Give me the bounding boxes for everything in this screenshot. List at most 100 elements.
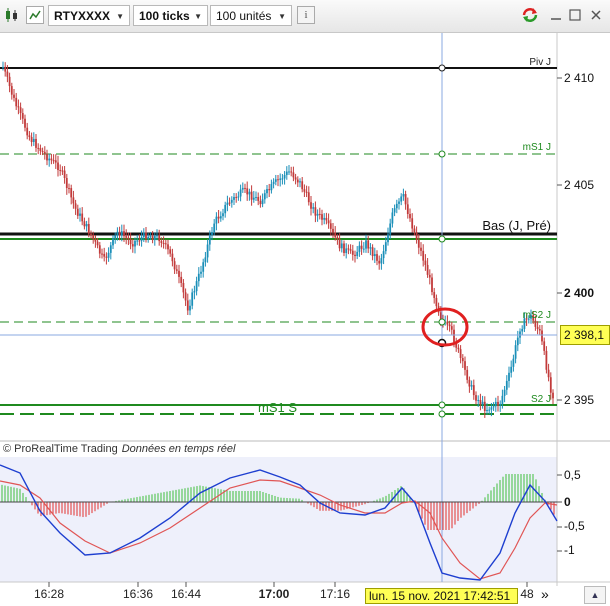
cursor-marker-ms2 [438,318,446,326]
price-candle [24,118,26,128]
price-candle [543,341,546,351]
price-candle [202,262,205,272]
cursor-marker-s2 [438,401,446,409]
price-candle [272,181,275,185]
price-candle [505,380,508,390]
price-candle [173,261,176,270]
price-candle [404,194,407,205]
scroll-up-icon[interactable]: ▲ [584,586,606,604]
price-candle [391,212,394,224]
cursor-time-label: lun. 15 nov. 2021 17:42:51 [365,588,518,604]
price-candle [123,231,125,237]
price-candle [189,305,191,311]
price-candle [343,243,345,253]
price-candle [395,203,398,209]
price-candle [228,202,231,204]
price-candle [365,240,367,249]
price-candle [70,188,73,198]
price-candle [380,258,383,264]
price-candle [332,228,334,233]
price-candle [237,196,240,198]
info-icon[interactable]: i [297,6,315,24]
price-candle [200,271,202,274]
price-candle [299,181,301,183]
price-candle [169,249,172,254]
price-candle [72,197,75,204]
scroll-right-button[interactable]: » [541,586,549,602]
cursor-marker-bas [438,235,446,243]
price-candle [382,251,385,259]
cursor-price-label: 2 398,1 [560,325,610,345]
price-candle [63,170,66,178]
price-candle [81,213,84,222]
price-candle [164,243,167,245]
price-candle [547,369,550,378]
price-candle [83,221,86,227]
price-candle [105,256,108,258]
price-candle [61,170,64,172]
price-candle [204,257,207,263]
price-candle [329,223,332,229]
price-candle [296,179,299,183]
price-candle [131,244,134,247]
price-candle [488,409,491,411]
price-candle [294,177,297,180]
price-candle [50,158,53,161]
price-candle [354,254,356,257]
price-candle [2,66,4,68]
refresh-icon[interactable] [521,6,539,24]
maximize-icon[interactable] [566,6,584,24]
price-candle [151,236,154,241]
price-candle [98,245,101,254]
price-axis-label: 2 395 [564,393,595,407]
price-candle [508,372,510,381]
price-candle [301,181,304,190]
price-candle [453,329,455,343]
price-candle [367,240,370,249]
time-axis-label: 48 [520,587,534,601]
price-candle [545,350,548,370]
price-candle [257,196,260,201]
price-candle [125,236,128,238]
close-icon[interactable] [587,6,605,24]
period-selector[interactable]: 100 ticks ▼ [133,5,208,26]
price-candle [384,242,387,252]
price-candle [39,148,42,152]
price-candle [138,240,141,242]
chart-area[interactable]: Piv J mS1 J Bas (J, Pré) mS2 J S2 J mS1 … [0,33,610,606]
price-candle [263,193,266,200]
price-candle [147,236,150,239]
price-candle [466,369,469,380]
instrument-selector[interactable]: RTYXXXX ▼ [48,5,130,26]
price-candle [494,401,497,407]
price-candle [213,223,216,233]
price-candle [549,377,552,393]
price-candle [514,345,517,359]
price-candle [255,196,257,198]
price-candle [435,297,438,307]
price-candle [13,94,15,98]
price-candle [481,401,484,405]
price-candle [17,106,20,108]
price-candle [217,216,220,219]
minimize-icon[interactable] [547,6,565,24]
price-candle [285,171,288,176]
price-candle [303,189,306,192]
price-candle [431,277,433,293]
price-candle [10,86,13,95]
level-label-ms1j: mS1 J [523,142,551,153]
chart-type-icon[interactable] [26,6,44,24]
price-candle [373,254,376,257]
price-candle [490,407,493,410]
price-candle [292,172,295,178]
price-candle [235,196,238,198]
price-candle [59,170,62,172]
price-candle [107,252,110,258]
units-selector[interactable]: 100 unités ▼ [210,5,292,26]
price-candle [479,399,482,405]
candle-chart-icon[interactable] [3,6,21,24]
level-label-s2j: S2 J [531,394,551,405]
price-candle [279,178,282,180]
price-candle [116,231,119,236]
price-candle [182,282,185,293]
